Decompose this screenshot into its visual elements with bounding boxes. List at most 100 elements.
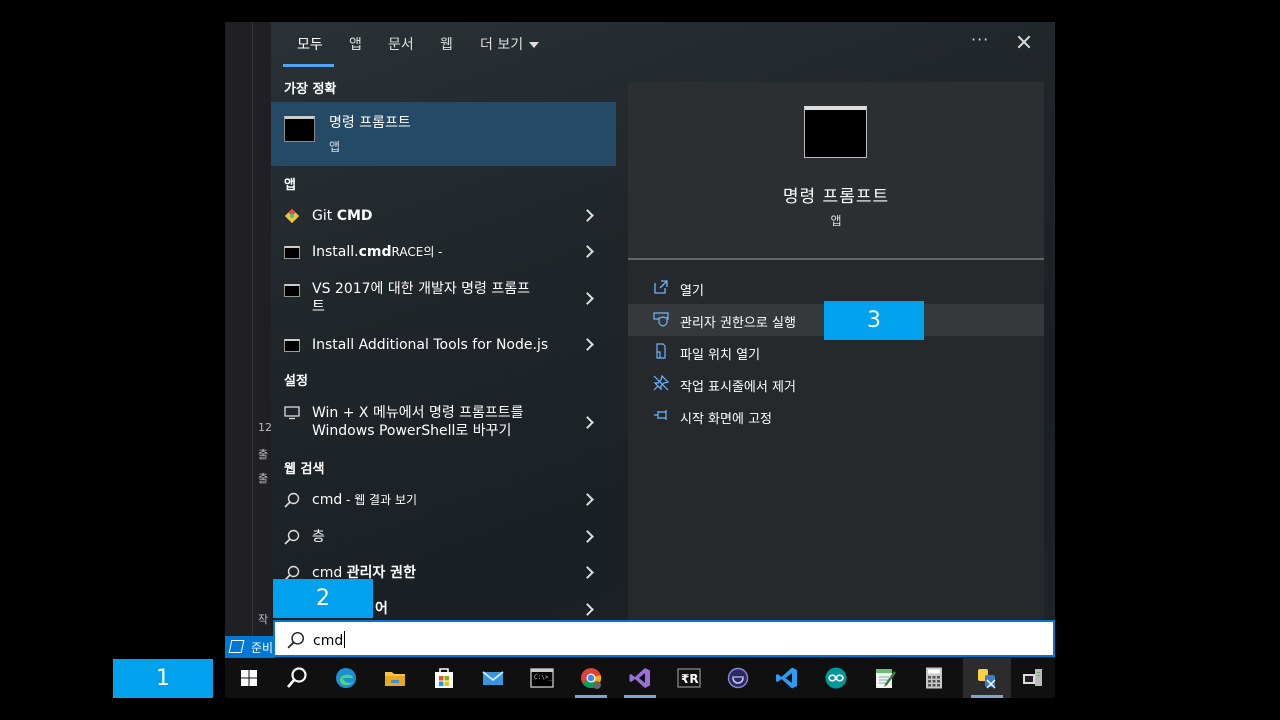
action-pin-start[interactable]: 시작 화면에 고정 [628, 400, 1044, 432]
taskbar-chrome[interactable] [567, 658, 615, 698]
search-icon [287, 667, 307, 688]
section-settings: 설정 [284, 374, 308, 389]
taskbar-remote[interactable] [1008, 658, 1056, 698]
taskbar-vscode[interactable] [763, 658, 811, 698]
status-icon [228, 640, 245, 653]
step-badge-3: 3 [824, 301, 924, 340]
edge-icon [336, 668, 356, 688]
chevron-right-icon [581, 416, 594, 429]
taskbar-arduino[interactable] [812, 658, 860, 698]
chevron-right-icon [581, 338, 594, 351]
file-explorer-icon [385, 672, 405, 686]
taskbar-terminal[interactable]: C:\>_ [518, 658, 566, 698]
taskbar-r-app[interactable]: ₹R [665, 658, 713, 698]
text-caret [344, 631, 346, 648]
background-text: 작 [258, 613, 269, 626]
windows-start-icon [241, 670, 257, 686]
git-icon [284, 208, 300, 224]
status-bar: 준비 [225, 636, 275, 658]
tab-apps[interactable]: 앱 [349, 34, 362, 54]
search-input[interactable]: cmd [273, 620, 1055, 657]
section-apps: 앱 [284, 178, 296, 193]
step-badge-2: 2 [273, 579, 373, 618]
list-item-install-cmd[interactable]: Install.cmdRACE의 - [271, 234, 616, 270]
action-open[interactable]: 열기 [628, 272, 1044, 304]
visual-studio-icon [629, 668, 650, 688]
screen: 12 출 출 작 준비 모두 앱 문서 웹 더 보기 ··· 가장 정확 명령 … [0, 0, 1280, 720]
calculator-icon [926, 667, 942, 689]
unpin-icon [653, 375, 669, 391]
monitor-icon [284, 406, 300, 420]
taskbar-store[interactable] [420, 658, 468, 698]
taskbar-edge[interactable] [322, 658, 370, 698]
taskbar-visual-studio[interactable] [616, 658, 664, 698]
section-web-search: 웹 검색 [284, 462, 325, 477]
tab-all[interactable]: 모두 [297, 34, 323, 54]
taskbar: C:\>_ ₹R [225, 658, 1055, 698]
cmd-icon [284, 284, 300, 297]
open-icon [654, 280, 668, 294]
chevron-down-icon [529, 42, 540, 48]
search-tabs: 모두 앱 문서 웹 더 보기 ··· [271, 22, 1055, 67]
chevron-right-icon [581, 530, 594, 543]
chevron-right-icon [581, 245, 594, 258]
step-badge-1: 1 [113, 659, 213, 698]
detail-pane: 명령 프롬프트 앱 열기 관리자 권한으로 실행 파일 위치 열기 작업 표시줄… [628, 82, 1044, 620]
action-unpin-taskbar[interactable]: 작업 표시줄에서 제거 [628, 368, 1044, 400]
r-icon: ₹R [677, 668, 701, 688]
background-text: 출 [258, 448, 269, 461]
command-prompt-icon [284, 116, 315, 142]
chevron-right-icon [581, 566, 594, 579]
taskbar-calculator[interactable] [910, 658, 958, 698]
detail-subtitle: 앱 [830, 214, 842, 228]
action-open-file-location[interactable]: 파일 위치 열기 [628, 336, 1044, 368]
close-icon[interactable] [1013, 30, 1035, 54]
taskbar-mail[interactable] [469, 658, 517, 698]
list-item-web-cmd[interactable]: cmd - 웹 결과 보기 [271, 482, 616, 518]
tab-more[interactable]: 더 보기 [480, 34, 540, 54]
background-app-strip [225, 22, 271, 636]
start-button[interactable] [225, 658, 273, 698]
search-icon [284, 529, 300, 545]
list-item-vs-dev-prompt[interactable]: VS 2017에 대한 개발자 명령 프롬프 트 [271, 272, 616, 326]
chrome-icon [581, 668, 602, 689]
taskbar-search-button[interactable] [273, 658, 321, 698]
svg-text:₹R: ₹R [681, 672, 699, 686]
list-item-winx-setting[interactable]: Win + X 메뉴에서 명령 프롬프트를 Windows PowerShell로… [271, 394, 616, 448]
notepad-icon [876, 669, 896, 688]
file-location-icon [656, 343, 666, 359]
arduino-icon [825, 667, 847, 689]
list-item-git-cmd[interactable]: Git CMD [271, 198, 616, 234]
python-icon [978, 669, 996, 689]
cmd-icon [284, 339, 300, 352]
section-best-match: 가장 정확 [284, 82, 337, 97]
search-icon [284, 492, 300, 508]
active-tab-indicator [283, 64, 334, 67]
taskbar-file-explorer[interactable] [371, 658, 419, 698]
best-match-item[interactable]: 명령 프롬프트 앱 [271, 102, 616, 166]
search-icon [287, 631, 305, 649]
pin-icon [654, 410, 667, 420]
chevron-right-icon [581, 603, 594, 616]
taskbar-eclipse[interactable] [714, 658, 762, 698]
background-text: 출 [258, 472, 269, 485]
eclipse-icon [727, 667, 749, 689]
list-item-node-tools[interactable]: Install Additional Tools for Node.js [271, 327, 616, 363]
terminal-icon: C:\>_ [530, 668, 554, 688]
list-item-web-floor[interactable]: 층 [271, 519, 616, 555]
cmd-icon [284, 246, 300, 259]
detail-title: 명령 프롬프트 [782, 187, 890, 207]
tab-web[interactable]: 웹 [440, 34, 453, 54]
store-icon [435, 668, 453, 688]
taskbar-notepad[interactable] [861, 658, 909, 698]
tab-documents[interactable]: 문서 [388, 34, 414, 54]
command-prompt-icon [804, 106, 867, 158]
taskbar-python[interactable] [963, 658, 1011, 698]
shield-icon [653, 312, 669, 327]
chevron-right-icon [581, 209, 594, 222]
more-options-icon[interactable]: ··· [971, 30, 989, 49]
remote-icon [1023, 669, 1042, 686]
background-text: 12 [258, 421, 272, 434]
chevron-right-icon [581, 493, 594, 506]
svg-text:C:\>_: C:\>_ [534, 674, 552, 681]
